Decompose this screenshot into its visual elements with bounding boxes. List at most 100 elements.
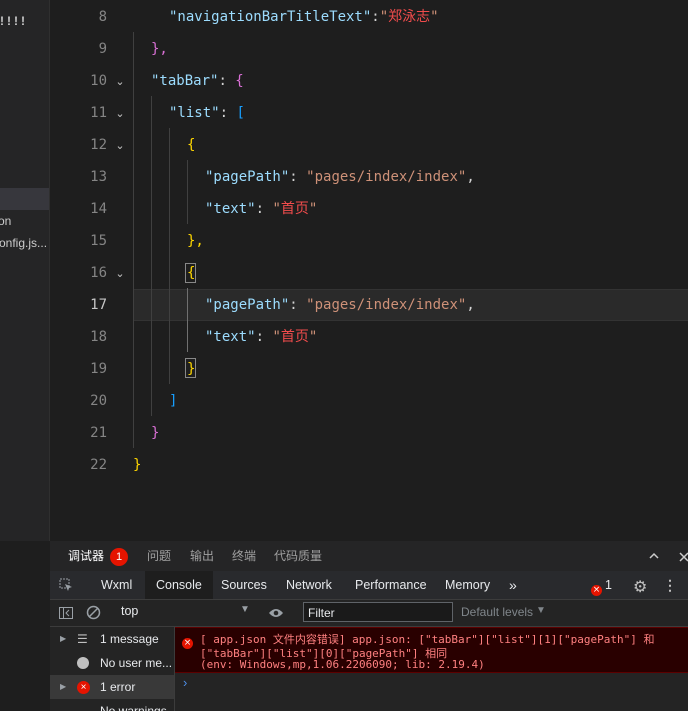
code-text: "text": "首页" <box>205 201 318 217</box>
code-text: ] <box>169 393 178 409</box>
explorer-selected-row[interactable] <box>0 188 49 210</box>
code-line[interactable]: 16 ⌄ { <box>50 257 688 289</box>
error-icon: × <box>77 681 90 694</box>
code-line[interactable]: 11 ⌄ "list": [ <box>50 97 688 129</box>
code-line-current[interactable]: 17 "pagePath": "pages/index/index", <box>50 289 688 321</box>
warning-icon: ▲ <box>77 702 89 711</box>
error-icon: × <box>182 638 193 649</box>
line-number: 16 <box>90 265 107 281</box>
code-line[interactable]: 9 }, <box>50 33 688 65</box>
list-icon: ☰ <box>77 632 88 646</box>
code-line[interactable]: 22 } <box>50 449 688 481</box>
code-line[interactable]: 8 "navigationBarTitleText":"郑泳志" <box>50 1 688 33</box>
panel-tab-bar: 调试器 1 问题 输出 终端 代码质量 <box>50 541 688 571</box>
devtools-tab-bar: Wxml Console Sources Network Performance… <box>50 571 688 600</box>
expand-arrow-icon: ▶ <box>60 634 67 643</box>
line-number: 15 <box>90 233 107 249</box>
code-text: } <box>151 425 160 441</box>
console-sidebar: ▶ ☰ 1 message No user me... ▶ × 1 error … <box>50 627 175 711</box>
sidebar-toggle-icon[interactable] <box>59 606 73 625</box>
chevron-up-icon[interactable] <box>648 549 660 567</box>
chevron-down-icon[interactable]: ⌄ <box>112 97 128 129</box>
code-text: "navigationBarTitleText":"郑泳志" <box>169 9 439 25</box>
chevron-down-icon[interactable]: ▼ <box>536 605 546 616</box>
context-select[interactable]: top <box>121 604 138 618</box>
code-line[interactable]: 10 ⌄ "tabBar": { <box>50 65 688 97</box>
sidebar-item-errors[interactable]: ▶ × 1 error <box>50 675 174 699</box>
explorer-panel: !!!! on onfig.js... <box>0 0 50 541</box>
close-icon[interactable] <box>678 550 688 568</box>
code-text: }, <box>187 233 204 249</box>
sidebar-item-label: No warnings <box>100 704 167 711</box>
inspect-element-icon[interactable] <box>59 578 73 597</box>
sidebar-item-label: 1 error <box>100 680 136 694</box>
tab-code-quality[interactable]: 代码质量 <box>274 541 322 571</box>
sidebar-item-messages[interactable]: ▶ ☰ 1 message <box>50 627 174 651</box>
filter-placeholder: Filter <box>308 606 335 620</box>
line-number: 19 <box>90 361 107 377</box>
code-line[interactable]: 15 }, <box>50 225 688 257</box>
line-number: 9 <box>98 41 107 57</box>
chevron-down-icon[interactable]: ⌄ <box>112 65 128 97</box>
tab-debugger[interactable]: 调试器 <box>68 541 104 571</box>
devtools-tab-sources[interactable]: Sources <box>221 571 267 599</box>
error-text-line: (env: Windows,mp,1.06.2206090; lib: 2.19… <box>200 658 485 671</box>
kebab-menu-icon[interactable]: ⋮ <box>663 577 677 594</box>
tab-output[interactable]: 输出 <box>190 541 214 571</box>
line-number: 12 <box>90 137 107 153</box>
user-icon <box>77 657 89 669</box>
eye-icon[interactable] <box>268 606 284 624</box>
code-text: } <box>133 457 142 473</box>
tab-terminal[interactable]: 终端 <box>232 541 256 571</box>
debugger-error-badge: 1 <box>110 548 128 566</box>
sidebar-item-warnings[interactable]: ▲ No warnings <box>50 699 174 711</box>
line-number: 21 <box>90 425 107 441</box>
line-number: 20 <box>90 393 107 409</box>
devtools-tab-performance[interactable]: Performance <box>355 571 427 599</box>
code-text: "tabBar": { <box>151 73 244 89</box>
gear-icon[interactable]: ⚙ <box>633 577 647 597</box>
console-output[interactable]: × [ app.json 文件内容错误] app.json: ["tabBar"… <box>175 627 688 711</box>
error-count[interactable]: 1 <box>605 571 612 599</box>
console-filter-bar: top ▼ Filter Default levels ▼ <box>50 600 688 627</box>
devtools-tab-memory[interactable]: Memory <box>445 571 490 599</box>
chevron-down-icon[interactable]: ⌄ <box>112 129 128 161</box>
explorer-item-partial[interactable]: on <box>0 214 11 228</box>
error-count-icon[interactable]: × <box>591 579 602 597</box>
line-number: 13 <box>90 169 107 185</box>
code-text: } <box>187 361 196 377</box>
debug-panel: 调试器 1 问题 输出 终端 代码质量 Wxml Console Sources… <box>50 541 688 711</box>
sidebar-item-label: 1 message <box>100 632 159 646</box>
more-tabs-icon[interactable]: » <box>509 571 517 599</box>
code-line[interactable]: 12 ⌄ { <box>50 129 688 161</box>
devtools-tab-network[interactable]: Network <box>286 571 332 599</box>
line-number: 10 <box>90 73 107 89</box>
code-line[interactable]: 14 "text": "首页" <box>50 193 688 225</box>
explorer-item-partial[interactable]: !!!! <box>0 14 28 28</box>
tab-problems[interactable]: 问题 <box>147 541 171 571</box>
console-prompt-icon[interactable]: › <box>183 675 187 690</box>
clear-console-icon[interactable] <box>86 605 101 625</box>
filter-input[interactable]: Filter <box>303 602 453 622</box>
line-number: 14 <box>90 201 107 217</box>
code-line[interactable]: 19 } <box>50 353 688 385</box>
explorer-item-partial[interactable]: onfig.js... <box>0 236 47 250</box>
line-number: 8 <box>98 9 107 25</box>
devtools-tab-wxml[interactable]: Wxml <box>101 571 132 599</box>
code-line[interactable]: 21 } <box>50 417 688 449</box>
log-levels-select[interactable]: Default levels <box>461 605 533 619</box>
line-number: 18 <box>90 329 107 345</box>
code-text: "pagePath": "pages/index/index", <box>205 169 475 185</box>
code-line[interactable]: 13 "pagePath": "pages/index/index", <box>50 161 688 193</box>
sidebar-item-user-messages[interactable]: No user me... <box>50 651 174 675</box>
console-error-message[interactable]: × [ app.json 文件内容错误] app.json: ["tabBar"… <box>175 627 688 673</box>
context-dropdown-icon[interactable]: ▼ <box>240 604 250 615</box>
expand-arrow-icon: ▶ <box>60 682 67 691</box>
code-line[interactable]: 18 "text": "首页" <box>50 321 688 353</box>
code-text: { <box>187 137 196 153</box>
chevron-down-icon[interactable]: ⌄ <box>112 257 128 289</box>
devtools-tab-console[interactable]: Console <box>145 571 213 599</box>
code-editor[interactable]: 8 "navigationBarTitleText":"郑泳志" 9 }, 10… <box>50 0 688 541</box>
line-number: 22 <box>90 457 107 473</box>
code-line[interactable]: 20 ] <box>50 385 688 417</box>
